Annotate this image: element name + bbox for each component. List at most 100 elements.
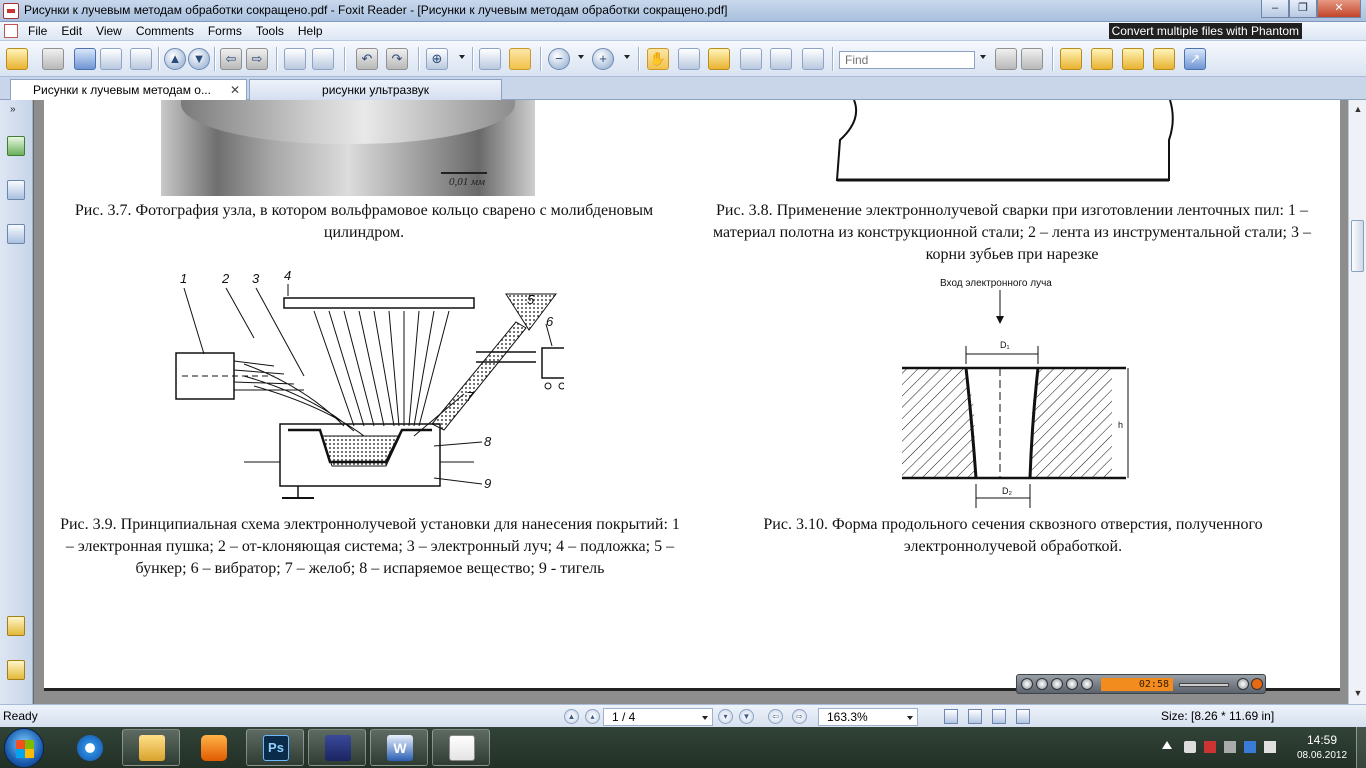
taskbar-ie[interactable] bbox=[60, 729, 118, 766]
start-button[interactable] bbox=[4, 728, 44, 768]
continuous-facing-icon[interactable] bbox=[1016, 709, 1030, 724]
find-dropdown-icon[interactable] bbox=[980, 55, 986, 59]
taskbar-clock[interactable]: 14:59 08.06.2012 bbox=[1287, 733, 1357, 763]
language-icon[interactable] bbox=[1244, 741, 1256, 753]
zoom-out-icon[interactable]: − bbox=[548, 48, 570, 70]
typewriter-icon[interactable] bbox=[770, 48, 792, 70]
pages-icon[interactable] bbox=[7, 180, 25, 200]
player-stop-icon[interactable] bbox=[1066, 678, 1078, 690]
fit-width-icon[interactable] bbox=[509, 48, 531, 70]
menu-forms[interactable]: Forms bbox=[208, 24, 242, 38]
forward-arrow-icon[interactable]: ⇨ bbox=[246, 48, 268, 70]
zoom-dropdown-icon[interactable] bbox=[459, 55, 465, 59]
scroll-up-icon[interactable]: ▲ bbox=[1351, 102, 1365, 116]
vertical-scrollbar[interactable]: ▲ ▼ bbox=[1348, 100, 1366, 704]
find-binoculars-icon[interactable] bbox=[740, 48, 762, 70]
tab-document-1[interactable]: Рисунки к лучевым методам о... ✕ bbox=[10, 79, 247, 100]
page-dropdown-icon[interactable] bbox=[702, 716, 708, 720]
bookmarks-icon[interactable] bbox=[7, 136, 25, 156]
zoom-level-dropdown-icon[interactable] bbox=[907, 716, 913, 720]
properties-icon[interactable] bbox=[130, 48, 152, 70]
page-indicator[interactable]: 1 / 4 bbox=[603, 708, 713, 726]
scrollbar-thumb[interactable] bbox=[1351, 220, 1364, 272]
select-pointer-icon[interactable] bbox=[708, 48, 730, 70]
taskbar-media[interactable] bbox=[184, 729, 242, 766]
maximize-button[interactable]: ❐ bbox=[1289, 0, 1317, 18]
extract-page-icon[interactable] bbox=[284, 48, 306, 70]
player-prev-icon[interactable] bbox=[1021, 678, 1033, 690]
menu-help[interactable]: Help bbox=[298, 24, 323, 38]
foxit-app-icon[interactable] bbox=[3, 3, 19, 19]
comments-panel-icon[interactable] bbox=[7, 616, 25, 636]
find-next-icon[interactable] bbox=[1021, 48, 1043, 70]
show-desktop-button[interactable] bbox=[1356, 727, 1366, 768]
player-next-icon[interactable] bbox=[1081, 678, 1093, 690]
pdf-page[interactable]: 0,01 мм Рис. 3.7. Фотография узла, в кот… bbox=[44, 100, 1340, 688]
player-minimize-icon[interactable] bbox=[1237, 678, 1249, 690]
battery-icon[interactable] bbox=[1224, 741, 1236, 753]
find-input[interactable] bbox=[839, 51, 975, 69]
tab-close-icon[interactable]: ✕ bbox=[230, 80, 240, 100]
tab-document-2[interactable]: рисунки ультразвук bbox=[249, 79, 502, 100]
open-folder-icon[interactable] bbox=[6, 48, 28, 70]
menu-file[interactable]: File bbox=[28, 24, 47, 38]
fit-page-icon[interactable] bbox=[479, 48, 501, 70]
redo-icon[interactable]: ↷ bbox=[386, 48, 408, 70]
volume-icon[interactable] bbox=[1184, 741, 1196, 753]
menu-comments[interactable]: Comments bbox=[136, 24, 194, 38]
menu-view[interactable]: View bbox=[96, 24, 122, 38]
taskbar-word[interactable]: W bbox=[370, 729, 428, 766]
menu-tools[interactable]: Tools bbox=[256, 24, 284, 38]
document-icon[interactable] bbox=[4, 24, 18, 38]
promo-banner[interactable]: Convert multiple files with Phantom bbox=[1108, 23, 1302, 39]
previous-page-icon[interactable]: ▲ bbox=[164, 48, 186, 70]
network-icon[interactable] bbox=[1204, 741, 1216, 753]
first-page-icon[interactable]: ▲ bbox=[564, 709, 579, 724]
status-forward-icon[interactable]: ⇨ bbox=[792, 709, 807, 724]
next-page-icon[interactable]: ▼ bbox=[188, 48, 210, 70]
player-play-icon[interactable] bbox=[1036, 678, 1048, 690]
continuous-page-icon[interactable] bbox=[968, 709, 982, 724]
taskbar-save[interactable] bbox=[308, 729, 366, 766]
hand-tool-icon[interactable]: ✋ bbox=[647, 48, 669, 70]
print-icon[interactable] bbox=[74, 48, 96, 70]
taskbar-photoshop[interactable]: Ps bbox=[246, 729, 304, 766]
show-hidden-icons-icon[interactable] bbox=[1162, 741, 1172, 749]
text-box-icon[interactable] bbox=[1122, 48, 1144, 70]
layers-icon[interactable] bbox=[7, 224, 25, 244]
close-button[interactable]: ✕ bbox=[1317, 0, 1361, 18]
player-pause-icon[interactable] bbox=[1051, 678, 1063, 690]
player-close-icon[interactable] bbox=[1251, 678, 1263, 690]
comment-icon[interactable] bbox=[1153, 48, 1175, 70]
email-icon[interactable] bbox=[100, 48, 122, 70]
select-text-icon[interactable] bbox=[678, 48, 700, 70]
attachments-icon[interactable] bbox=[7, 660, 25, 680]
menu-edit[interactable]: Edit bbox=[61, 24, 82, 38]
single-page-icon[interactable] bbox=[944, 709, 958, 724]
find-previous-icon[interactable] bbox=[995, 48, 1017, 70]
zoom-icon[interactable]: ⊕ bbox=[426, 48, 448, 70]
insert-page-icon[interactable] bbox=[312, 48, 334, 70]
status-back-icon[interactable]: ⇦ bbox=[768, 709, 783, 724]
zoom-level[interactable]: 163.3% bbox=[818, 708, 918, 726]
zoom-in-dropdown-icon[interactable] bbox=[624, 55, 630, 59]
taskbar-foxit[interactable] bbox=[432, 729, 490, 766]
pencil-icon[interactable] bbox=[1091, 48, 1113, 70]
expand-panel-icon[interactable]: » bbox=[10, 104, 16, 115]
last-page-icon[interactable]: ▼ bbox=[739, 709, 754, 724]
taskbar-explorer[interactable] bbox=[122, 729, 180, 766]
undo-icon[interactable]: ↶ bbox=[356, 48, 378, 70]
next-page-status-icon[interactable]: ▾ bbox=[718, 709, 733, 724]
facing-pages-icon[interactable] bbox=[992, 709, 1006, 724]
save-icon[interactable] bbox=[42, 48, 64, 70]
note-icon[interactable] bbox=[1060, 48, 1082, 70]
back-arrow-icon[interactable]: ⇦ bbox=[220, 48, 242, 70]
arrow-tool-icon[interactable]: ↗ bbox=[1184, 48, 1206, 70]
player-volume-slider[interactable] bbox=[1179, 683, 1229, 687]
minimize-button[interactable]: ‒ bbox=[1261, 0, 1289, 18]
snapshot-icon[interactable] bbox=[802, 48, 824, 70]
prev-page-icon[interactable]: ▴ bbox=[585, 709, 600, 724]
zoom-in-icon[interactable]: + bbox=[592, 48, 614, 70]
action-center-icon[interactable] bbox=[1264, 741, 1276, 753]
scroll-down-icon[interactable]: ▼ bbox=[1351, 686, 1365, 700]
